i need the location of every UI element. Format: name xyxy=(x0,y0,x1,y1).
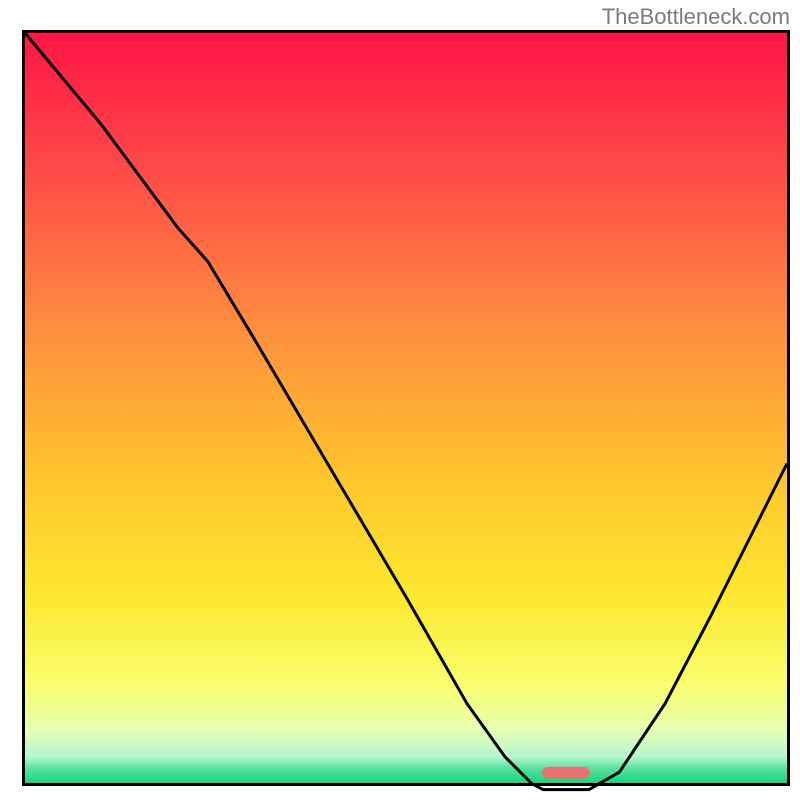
curve-svg xyxy=(25,33,787,795)
watermark-text: TheBottleneck.com xyxy=(602,4,790,30)
chart-container: TheBottleneck.com xyxy=(0,0,800,800)
plot-area xyxy=(22,30,790,786)
optimal-marker xyxy=(542,767,589,779)
bottleneck-curve xyxy=(25,33,787,790)
